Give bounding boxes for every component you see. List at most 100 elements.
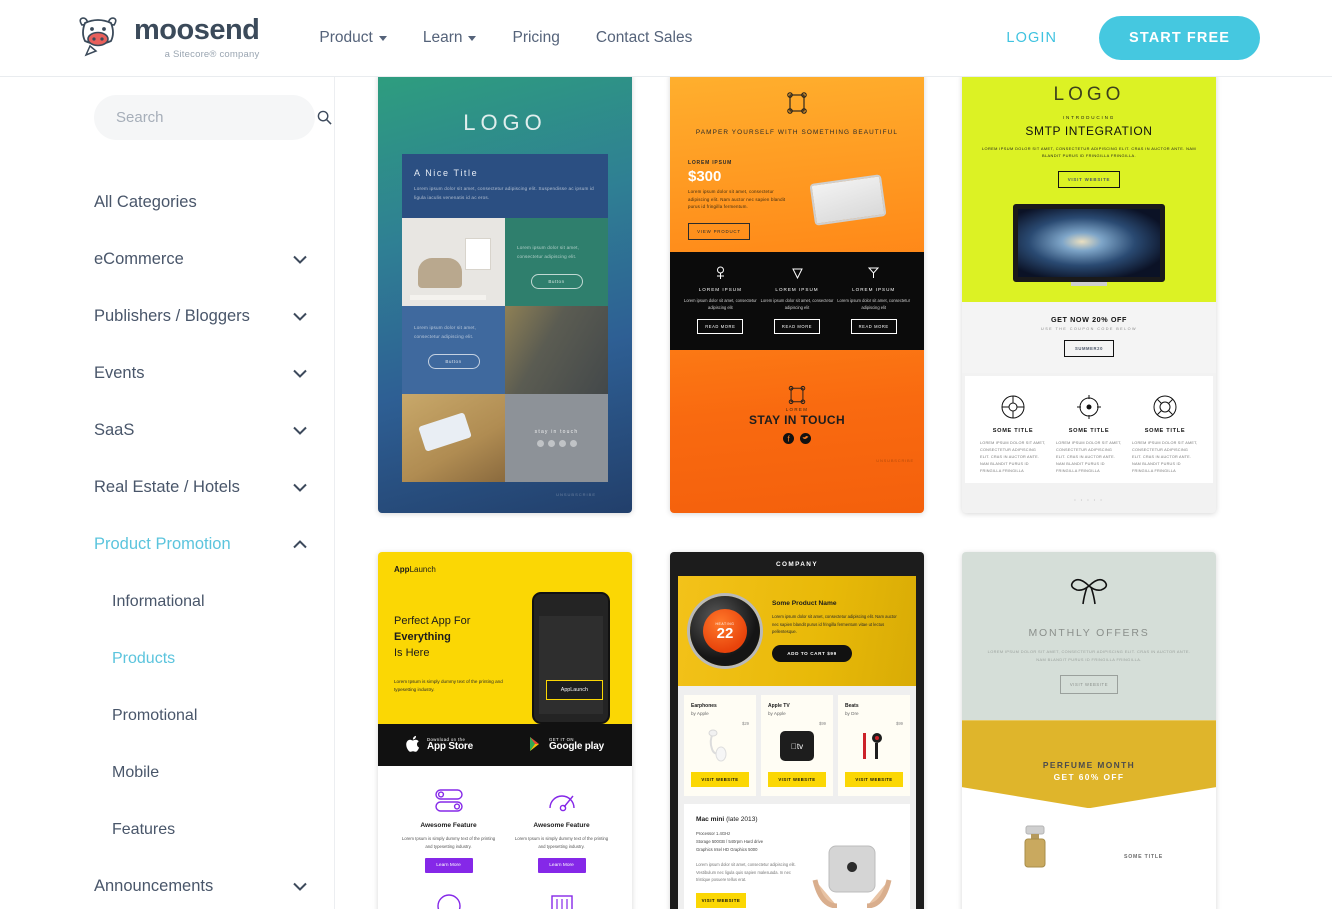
chevron-down-icon[interactable]: [293, 255, 307, 264]
mac-title: Mac mini (late 2013): [696, 816, 806, 823]
nav-item-product[interactable]: Product: [301, 29, 404, 47]
template-features-band: Awesome Feature Lorem Ipsum is simply du…: [378, 766, 632, 909]
template-feature-button[interactable]: READ MORE: [774, 318, 820, 334]
template-grid: LOGO A Nice Title Lorem ipsum dolor sit …: [335, 77, 1332, 909]
wheel-icon: [1001, 395, 1025, 419]
social-icons[interactable]: f: [670, 432, 924, 444]
template-card-applaunch[interactable]: AppLaunch Perfect App For Everything Is …: [378, 552, 632, 909]
nav-item-contact-sales[interactable]: Contact Sales: [578, 29, 711, 47]
template-row: stay in touch: [402, 394, 608, 483]
nav-label: Contact Sales: [595, 29, 693, 46]
template-preview: LOGO INTRODUCING SMTP INTEGRATION LOREM …: [962, 77, 1216, 506]
sidebar-item-products[interactable]: Products: [0, 630, 334, 687]
template-card-orange[interactable]: PAMPER YOURSELF WITH SOMETHING BEAUTIFUL…: [670, 77, 924, 513]
sidebar-item-all-categories[interactable]: All Categories: [0, 174, 334, 231]
template-product-row: LOREM IPSUM $300 Lorem ipsum dolor sit a…: [670, 146, 924, 252]
template-feature-button[interactable]: READ MORE: [697, 318, 744, 334]
chevron-down-icon[interactable]: [293, 882, 307, 891]
template-card-smtp[interactable]: LOGO INTRODUCING SMTP INTEGRATION LOREM …: [962, 77, 1216, 513]
chevron-down-icon: [378, 35, 387, 41]
nav-label: Pricing: [512, 29, 560, 46]
twitter-icon[interactable]: [800, 432, 811, 444]
visit-website-button[interactable]: VISIT WEBSITE: [1060, 675, 1118, 695]
template-banner: PERFUME MONTH GET 60% OFF: [962, 720, 1216, 809]
facebook-icon[interactable]: f: [783, 432, 794, 444]
template-card-company[interactable]: COMPANY HEATING 22 Some Product Name Lor…: [670, 552, 924, 909]
template-card-monthly-offers[interactable]: MONTHLY OFFERS LOREM IPSUM DOLOR SIT AME…: [962, 552, 1216, 909]
template-button[interactable]: Button: [427, 353, 480, 369]
chevron-up-icon[interactable]: [293, 540, 307, 549]
sidebar-item-real-estate-hotels[interactable]: Real Estate / Hotels: [0, 459, 334, 516]
sidebar-item-product-promotion[interactable]: Product Promotion: [0, 516, 334, 573]
template-footer-small: LOREM: [785, 406, 809, 412]
product-image-earphones: [691, 726, 749, 766]
brand-tagline: a Sitecore® company: [164, 49, 260, 60]
site-header: moosend a Sitecore® company Product Lear…: [0, 0, 1332, 77]
google-play-icon: [529, 737, 539, 751]
template-coupon-button[interactable]: SUMMER20: [1064, 339, 1114, 357]
visit-website-button[interactable]: VISIT WEBSITE: [696, 892, 746, 908]
shield-round-icon: [436, 894, 461, 909]
visit-website-button[interactable]: VISIT WEBSITE: [691, 772, 749, 787]
twitter-icon: [558, 440, 566, 448]
template-cta-button[interactable]: VIEW PRODUCT: [688, 223, 750, 241]
template-feature-button[interactable]: Learn More: [424, 858, 473, 874]
nav-item-pricing[interactable]: Pricing: [494, 29, 577, 47]
visit-website-button[interactable]: VISIT WEBSITE: [845, 772, 903, 787]
apple-icon: [406, 735, 420, 752]
brand-logo[interactable]: moosend a Sitecore® company: [72, 13, 260, 63]
template-hero: LOGO INTRODUCING SMTP INTEGRATION LOREM …: [962, 77, 1216, 302]
template-footer: • • • • •: [1074, 496, 1104, 502]
login-link[interactable]: LOGIN: [1006, 30, 1057, 46]
template-feature-button[interactable]: Learn More: [537, 858, 586, 874]
template-cta-button[interactable]: VISIT WEBSITE: [1058, 170, 1120, 188]
template-product-label: LOREM IPSUM: [688, 160, 733, 166]
product-name: Beats: [845, 703, 859, 709]
sidebar-item-label: Informational: [112, 592, 205, 610]
template-product: Beats by Dre $99 VISIT WEBSITE: [838, 695, 910, 796]
chevron-down-icon[interactable]: [293, 369, 307, 378]
cocktail-icon: [868, 267, 880, 279]
sidebar-item-events[interactable]: Events: [0, 345, 334, 402]
template-phone-cta[interactable]: AppLaunch: [545, 680, 603, 700]
social-icons[interactable]: [536, 440, 577, 448]
sidebar-item-label: Products: [112, 649, 176, 667]
template-preview: PAMPER YOURSELF WITH SOMETHING BEAUTIFUL…: [670, 77, 924, 513]
search-box[interactable]: [94, 95, 332, 140]
search-input[interactable]: [114, 108, 317, 127]
sidebar-item-saas[interactable]: SaaS: [0, 402, 334, 459]
app-store-badge[interactable]: Download on the App Store: [406, 735, 473, 753]
template-button[interactable]: Button: [530, 273, 583, 289]
nav-item-learn[interactable]: Learn: [405, 29, 495, 47]
google-play-badge[interactable]: GET IT ON Google play: [529, 736, 604, 752]
template-logo: LOGO: [1053, 84, 1125, 105]
sidebar-item-features[interactable]: Features: [0, 801, 334, 858]
sidebar-item-promotional[interactable]: Promotional: [0, 687, 334, 744]
template-hero: AppLaunch Perfect App For Everything Is …: [378, 552, 632, 724]
template-feature-button[interactable]: READ MORE: [850, 318, 897, 334]
search-icon[interactable]: [317, 110, 332, 125]
sidebar-item-publishers-bloggers[interactable]: Publishers / Bloggers: [0, 288, 334, 345]
template-features-band: LOREM IPSUM Lorem ipsum dolor sit amet, …: [670, 252, 924, 350]
template-feature-title: Awesome Feature: [420, 822, 477, 829]
sidebar-item-announcements[interactable]: Announcements: [0, 858, 334, 909]
template-offer-band: GET NOW 20% OFF USE THE COUPON CODE BELO…: [962, 301, 1216, 373]
chevron-down-icon[interactable]: [293, 426, 307, 435]
template-headline-2: Everything: [394, 630, 451, 643]
chevron-down-icon[interactable]: [293, 483, 307, 492]
add-to-cart-button[interactable]: ADD TO CART $99: [772, 645, 852, 663]
sidebar-item-ecommerce[interactable]: eCommerce: [0, 231, 334, 288]
template-feature-body: LOREM IPSUM DOLOR SIT AMET, CONSECTETUR …: [980, 440, 1046, 473]
template-card-gradient[interactable]: LOGO A Nice Title Lorem ipsum dolor sit …: [378, 77, 632, 513]
sidebar-item-mobile[interactable]: Mobile: [0, 744, 334, 801]
visit-website-button[interactable]: VISIT WEBSITE: [768, 772, 826, 787]
sliders-icon: [550, 895, 573, 909]
ribbon-icon: [788, 385, 806, 404]
sidebar-item-informational[interactable]: Informational: [0, 573, 334, 630]
chevron-down-icon[interactable]: [293, 312, 307, 321]
target-icon: [1077, 394, 1101, 419]
template-feature-body: Lorem ipsum dolor sit amet, consectetur …: [837, 298, 911, 311]
start-free-button[interactable]: START FREE: [1099, 16, 1260, 60]
template-body: Lorem Ipsum is simply dummy text of the …: [394, 679, 503, 693]
product-brand: by Apple: [691, 711, 709, 716]
